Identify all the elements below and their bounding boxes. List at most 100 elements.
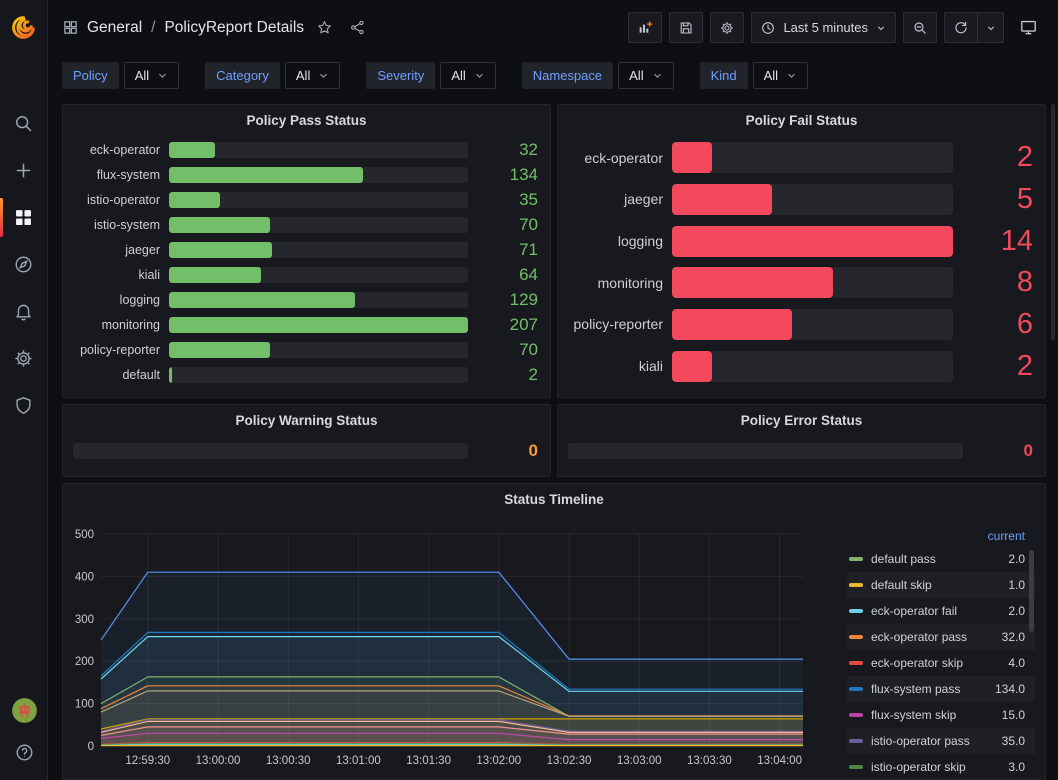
filter-value: All — [296, 69, 310, 82]
gauge-row: default2 — [73, 365, 538, 385]
legend-row[interactable]: istio-operator skip3.0 — [847, 754, 1035, 780]
legend-row[interactable]: default skip1.0 — [847, 572, 1035, 598]
sidebar-item-server-admin[interactable] — [0, 382, 48, 429]
legend-row[interactable]: flux-system pass134.0 — [847, 676, 1035, 702]
save-dashboard-button[interactable] — [669, 12, 703, 43]
gauge-row: istio-operator35 — [73, 190, 538, 210]
gauge-bar-track — [169, 342, 468, 358]
gauge-row-label: monitoring — [73, 318, 169, 332]
gauge-bar — [169, 292, 355, 308]
gauge-row-label: jaeger — [568, 191, 672, 207]
legend-series-label[interactable]: istio-operator pass — [871, 734, 1002, 748]
legend-row[interactable]: eck-operator fail2.0 — [847, 598, 1035, 624]
add-panel-icon — [637, 20, 653, 36]
gauge-row: jaeger5 — [568, 183, 1033, 216]
panel-title[interactable]: Policy Pass Status — [63, 105, 550, 135]
panel-status-timeline: Status Timeline 010020030040050012:59:30… — [62, 483, 1046, 780]
legend-current-value: 4.0 — [1008, 656, 1025, 670]
sidebar-item-search[interactable] — [0, 100, 48, 147]
breadcrumb-separator: / — [150, 19, 156, 37]
share-dashboard-button[interactable] — [345, 15, 370, 40]
sidebar-item-dashboards[interactable] — [0, 194, 48, 241]
legend-series-label[interactable]: istio-operator skip — [871, 760, 1008, 774]
filter-policy: PolicyAll — [62, 62, 179, 89]
legend-series-label[interactable]: default skip — [871, 578, 1008, 592]
gauge-row-value: 2 — [953, 350, 1033, 383]
legend-scrollbar[interactable] — [1029, 550, 1034, 632]
y-axis-tick: 200 — [75, 656, 94, 668]
gauge-row-value: 64 — [468, 265, 538, 285]
sidebar-item-help[interactable] — [0, 732, 48, 772]
legend-row[interactable]: default pass2.0 — [847, 546, 1035, 572]
gauge-bar-track — [169, 292, 468, 308]
user-avatar[interactable] — [0, 688, 48, 732]
legend-row[interactable]: eck-operator skip4.0 — [847, 650, 1035, 676]
grafana-logo[interactable] — [0, 0, 48, 55]
panel-title[interactable]: Policy Warning Status — [63, 405, 550, 435]
filter-value-dropdown[interactable]: All — [753, 62, 808, 89]
dashboards-grid-icon — [13, 207, 34, 228]
chevron-down-icon — [157, 70, 168, 81]
panel-title[interactable]: Status Timeline — [63, 484, 1045, 514]
gauge-row-value: 70 — [468, 340, 538, 360]
legend-series-label[interactable]: flux-system skip — [871, 708, 1002, 722]
legend-current-value: 35.0 — [1002, 734, 1025, 748]
gauge-bar-track — [169, 192, 468, 208]
gauge-row-value: 2 — [953, 141, 1033, 174]
gauge-bar — [672, 267, 833, 298]
gauge-bar — [169, 367, 172, 383]
gauge-bar-track — [169, 317, 468, 333]
filter-label: Namespace — [522, 62, 613, 89]
timeline-legend: current default pass2.0default skip1.0ec… — [847, 526, 1035, 779]
sidebar-item-alerting[interactable] — [0, 288, 48, 335]
sidebar-item-explore[interactable] — [0, 241, 48, 288]
legend-series-label[interactable]: flux-system pass — [871, 682, 995, 696]
gauge-row-label: policy-reporter — [568, 316, 672, 332]
legend-row[interactable]: flux-system skip15.0 — [847, 702, 1035, 728]
zoom-out-time-button[interactable] — [903, 12, 937, 43]
gauge-row-label: eck-operator — [73, 143, 169, 157]
panel-title[interactable]: Policy Error Status — [558, 405, 1045, 435]
filter-value-dropdown[interactable]: All — [124, 62, 179, 89]
sidebar-item-configuration[interactable] — [0, 335, 48, 382]
gauge-bar — [169, 167, 363, 183]
panel-title[interactable]: Policy Fail Status — [558, 105, 1045, 135]
page-title: PolicyReport Details — [164, 19, 304, 37]
filter-value: All — [135, 69, 149, 82]
star-dashboard-button[interactable] — [312, 15, 337, 40]
x-axis-tick: 13:03:00 — [617, 755, 662, 767]
gauge-bar-track — [169, 217, 468, 233]
gauge-row-label: kiali — [568, 358, 672, 374]
dashboard-settings-button[interactable] — [710, 12, 744, 43]
gauge-row-label: default — [73, 368, 169, 382]
filter-value-dropdown[interactable]: All — [285, 62, 340, 89]
gauge-bar — [672, 184, 772, 215]
legend-current-header[interactable]: current — [847, 526, 1035, 546]
legend-series-label[interactable]: default pass — [871, 552, 1008, 566]
filter-value-dropdown[interactable]: All — [440, 62, 495, 89]
breadcrumb-folder[interactable]: General — [87, 19, 142, 37]
gauge-row: eck-operator2 — [568, 141, 1033, 174]
gauge-row-label: monitoring — [568, 275, 672, 291]
legend-row[interactable]: istio-operator pass35.0 — [847, 728, 1035, 754]
sidebar-item-create[interactable] — [0, 147, 48, 194]
refresh-interval-dropdown[interactable] — [978, 12, 1004, 43]
legend-series-label[interactable]: eck-operator fail — [871, 604, 1008, 618]
legend-series-label[interactable]: eck-operator pass — [871, 630, 1002, 644]
legend-row[interactable]: eck-operator pass32.0 — [847, 624, 1035, 650]
filter-category: CategoryAll — [205, 62, 340, 89]
gauge-bar-track — [672, 309, 953, 340]
filter-value-dropdown[interactable]: All — [618, 62, 673, 89]
cycle-view-mode-button[interactable] — [1011, 12, 1046, 43]
refresh-dashboard-button[interactable] — [944, 12, 978, 43]
page-scrollbar[interactable] — [1051, 104, 1055, 340]
x-axis-tick: 13:02:00 — [476, 755, 521, 767]
zoom-out-icon — [912, 20, 928, 36]
gauge-row-value: 8 — [953, 266, 1033, 299]
gauge-row-value: 134 — [468, 165, 538, 185]
add-panel-button[interactable] — [628, 12, 662, 43]
time-range-picker[interactable]: Last 5 minutes — [751, 12, 896, 43]
legend-series-label[interactable]: eck-operator skip — [871, 656, 1008, 670]
gauge-row-label: istio-system — [73, 218, 169, 232]
gauge-bar-track — [169, 367, 468, 383]
